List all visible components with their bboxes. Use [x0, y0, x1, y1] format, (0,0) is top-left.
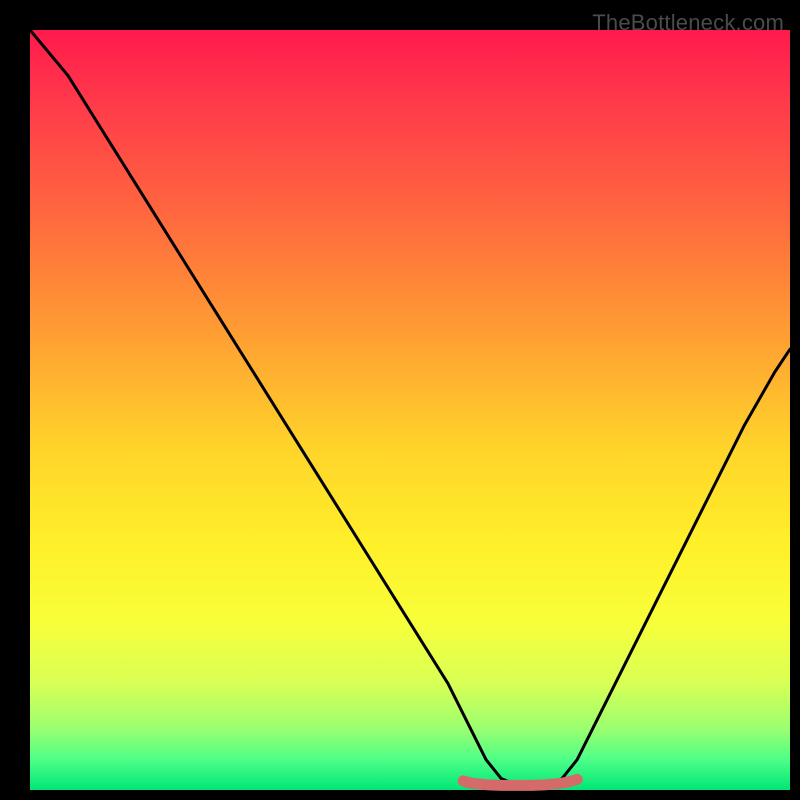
bottleneck-curve	[30, 30, 790, 785]
gradient-plot-area	[30, 30, 790, 790]
curve-layer	[30, 30, 790, 790]
chart-frame: TheBottleneck.com	[10, 10, 790, 790]
optimal-highlight	[463, 779, 577, 785]
